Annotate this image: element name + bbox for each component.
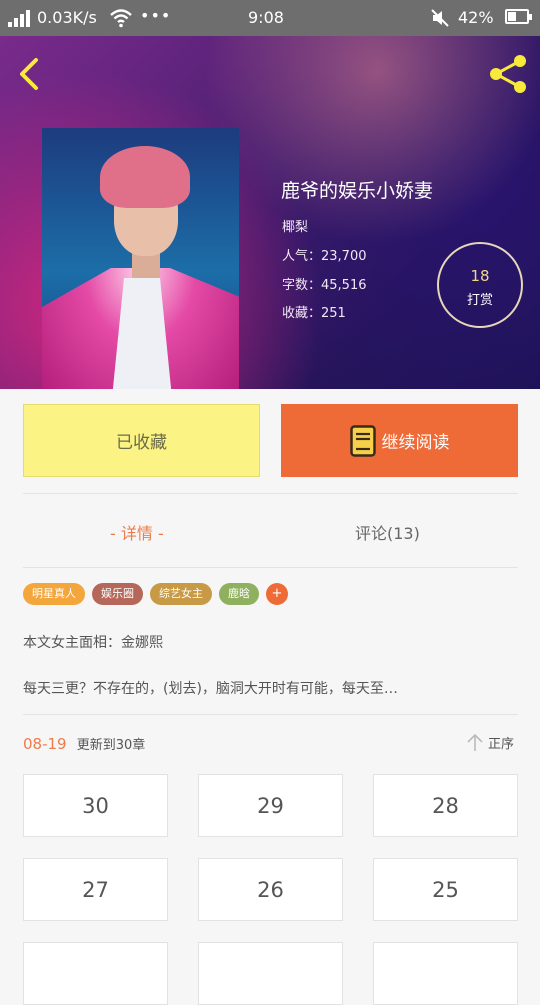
wifi-icon (110, 9, 132, 28)
continue-reading-label: 继续阅读 (381, 433, 450, 453)
chapter-button[interactable] (198, 942, 343, 1005)
tag-chip[interactable]: 鹿晗 (219, 583, 259, 605)
book-header: 鹿爷的娱乐小娇妻 椰梨 人气：23,700 字数：45,516 收藏：251 1… (0, 36, 540, 389)
book-cover-image (42, 128, 239, 389)
reward-label: 打赏 (466, 293, 493, 308)
tab-comments[interactable]: 评论(13) (355, 520, 420, 544)
chapter-button[interactable]: 27 (23, 858, 168, 921)
book-author[interactable]: 椰梨 (282, 216, 308, 235)
chapter-button[interactable]: 28 (373, 774, 518, 837)
divider (23, 493, 518, 494)
tag-chip[interactable]: 娱乐圈 (92, 583, 143, 605)
chapter-button[interactable] (373, 942, 518, 1005)
description-line: 本文女主面相：金娜熙 (23, 635, 163, 651)
sort-label: 正序 (488, 736, 515, 752)
add-tag-button[interactable]: + (266, 583, 288, 605)
reward-button[interactable]: 18 打赏 (437, 242, 523, 328)
chapter-button[interactable]: 30 (23, 774, 168, 837)
update-date: 08-19 (23, 735, 67, 753)
chapter-button[interactable]: 25 (373, 858, 518, 921)
update-info: 08-19 更新到30章 (23, 734, 145, 753)
book-title: 鹿爷的娱乐小娇妻 (281, 180, 434, 202)
continue-reading-button[interactable]: 继续阅读 (281, 404, 518, 477)
clock: 9:08 (248, 8, 284, 27)
network-speed: 0.03K/s (37, 8, 97, 27)
tag-chip[interactable]: 明星真人 (23, 583, 85, 605)
collected-button[interactable]: 已收藏 (23, 404, 260, 477)
description-line[interactable]: 每天三更？不存在的，(划去)，脑洞大开时有可能，每天至… (23, 678, 519, 698)
tag-chip[interactable]: 综艺女主 (150, 583, 212, 605)
word-count-stat: 字数：45,516 (282, 278, 367, 293)
battery-icon (505, 9, 532, 24)
collected-label: 已收藏 (116, 433, 167, 453)
update-text: 更新到30章 (76, 738, 146, 753)
battery-percent: 42% (458, 8, 494, 27)
reward-count: 18 (470, 267, 490, 285)
sort-button[interactable]: 正序 (466, 732, 514, 752)
divider (23, 567, 518, 568)
popularity-stat: 人气：23,700 (282, 249, 367, 264)
more-dots: ••• (140, 6, 172, 25)
tag-list: 明星真人 娱乐圈 综艺女主 鹿晗 + (23, 583, 288, 605)
signal-icon (8, 9, 30, 27)
chapter-button[interactable] (23, 942, 168, 1005)
chapter-button[interactable]: 29 (198, 774, 343, 837)
book-icon (349, 424, 376, 457)
sort-arrow-icon (467, 733, 483, 751)
favorites-stat: 收藏：251 (282, 306, 346, 321)
mute-icon (431, 9, 449, 27)
tab-detail[interactable]: - 详情 - (110, 520, 164, 544)
divider (23, 714, 518, 715)
share-icon[interactable] (486, 52, 530, 96)
back-arrow-icon[interactable] (12, 54, 48, 94)
chapter-button[interactable]: 26 (198, 858, 343, 921)
status-bar: 0.03K/s ••• 9:08 42% (0, 0, 540, 36)
